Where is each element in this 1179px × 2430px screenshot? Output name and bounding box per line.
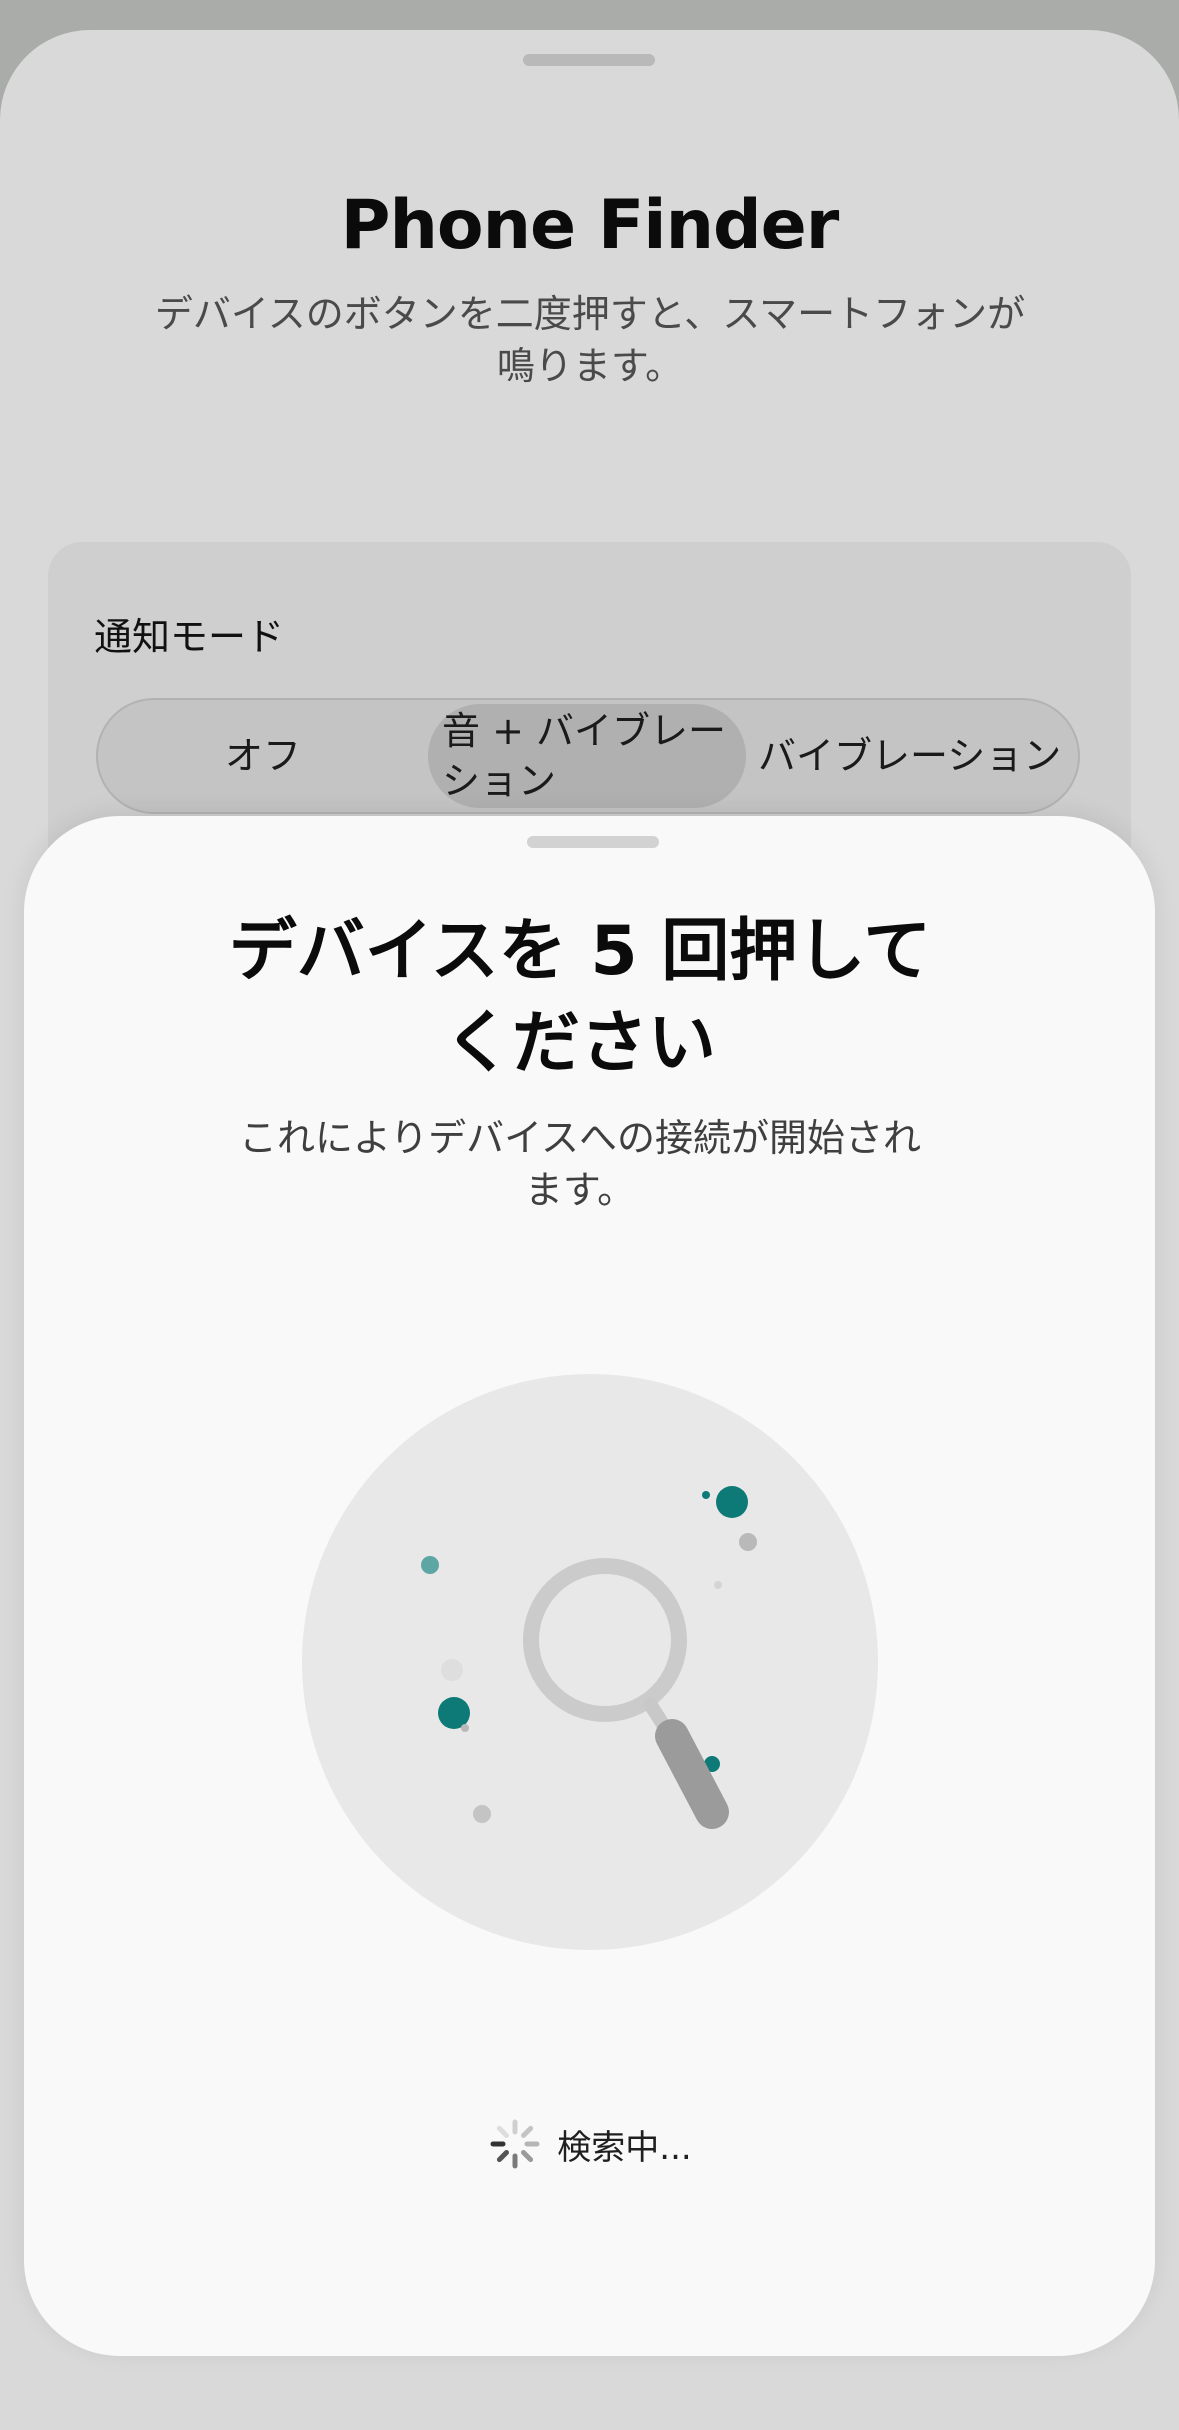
sheet-grabber[interactable] xyxy=(527,836,659,848)
loading-spinner-icon xyxy=(490,2119,540,2169)
magnifying-glass-icon xyxy=(302,1374,878,1950)
status-text: 検索中... xyxy=(557,2127,692,2168)
page-subtitle: デバイスのボタンを二度押すと、スマートフォンが鳴ります。 xyxy=(154,292,1026,388)
dialog-title: デバイスを 5 回押してください xyxy=(228,912,932,1083)
search-status: 検索中... xyxy=(24,2116,1155,2172)
notification-mode-selector[interactable]: オフ 音 + バイブレーション バイブレーション xyxy=(96,698,1080,814)
page-title: Phone Finder xyxy=(340,186,840,265)
notification-mode-label: 通知モード xyxy=(94,615,285,659)
option-off[interactable]: オフ xyxy=(98,704,428,808)
pairing-sheet: デバイスを 5 回押してください これによりデバイスへの接続が開始されます。 検… xyxy=(24,816,1155,2356)
dialog-subtitle: これによりデバイスへの接続が開始されます。 xyxy=(238,1116,922,1212)
sheet-grabber[interactable] xyxy=(523,54,655,66)
option-vibration[interactable]: バイブレーション xyxy=(758,704,1068,808)
option-sound-vibration[interactable]: 音 + バイブレーション xyxy=(428,704,746,808)
